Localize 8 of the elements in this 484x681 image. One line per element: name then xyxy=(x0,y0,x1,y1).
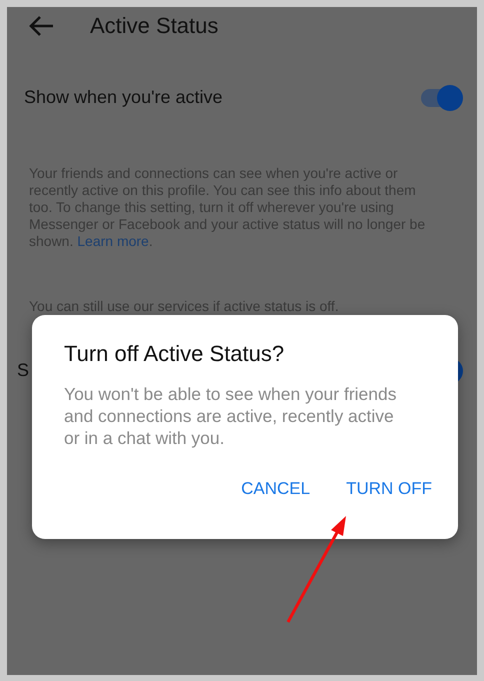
back-arrow-icon[interactable] xyxy=(28,15,54,37)
dialog-message: You won't be able to see when your friends and connections are active, recently active or in a chat with you. xyxy=(64,383,398,449)
screen-title: Active Status xyxy=(90,13,218,39)
dialog-button[interactable]: CANCEL xyxy=(235,475,316,503)
setting-label: S xyxy=(17,360,30,381)
setting-label: Show when you're active xyxy=(24,87,223,108)
dialog-button[interactable]: TURN OFF xyxy=(340,475,438,503)
dialog-title: Turn off Active Status? xyxy=(64,341,286,367)
